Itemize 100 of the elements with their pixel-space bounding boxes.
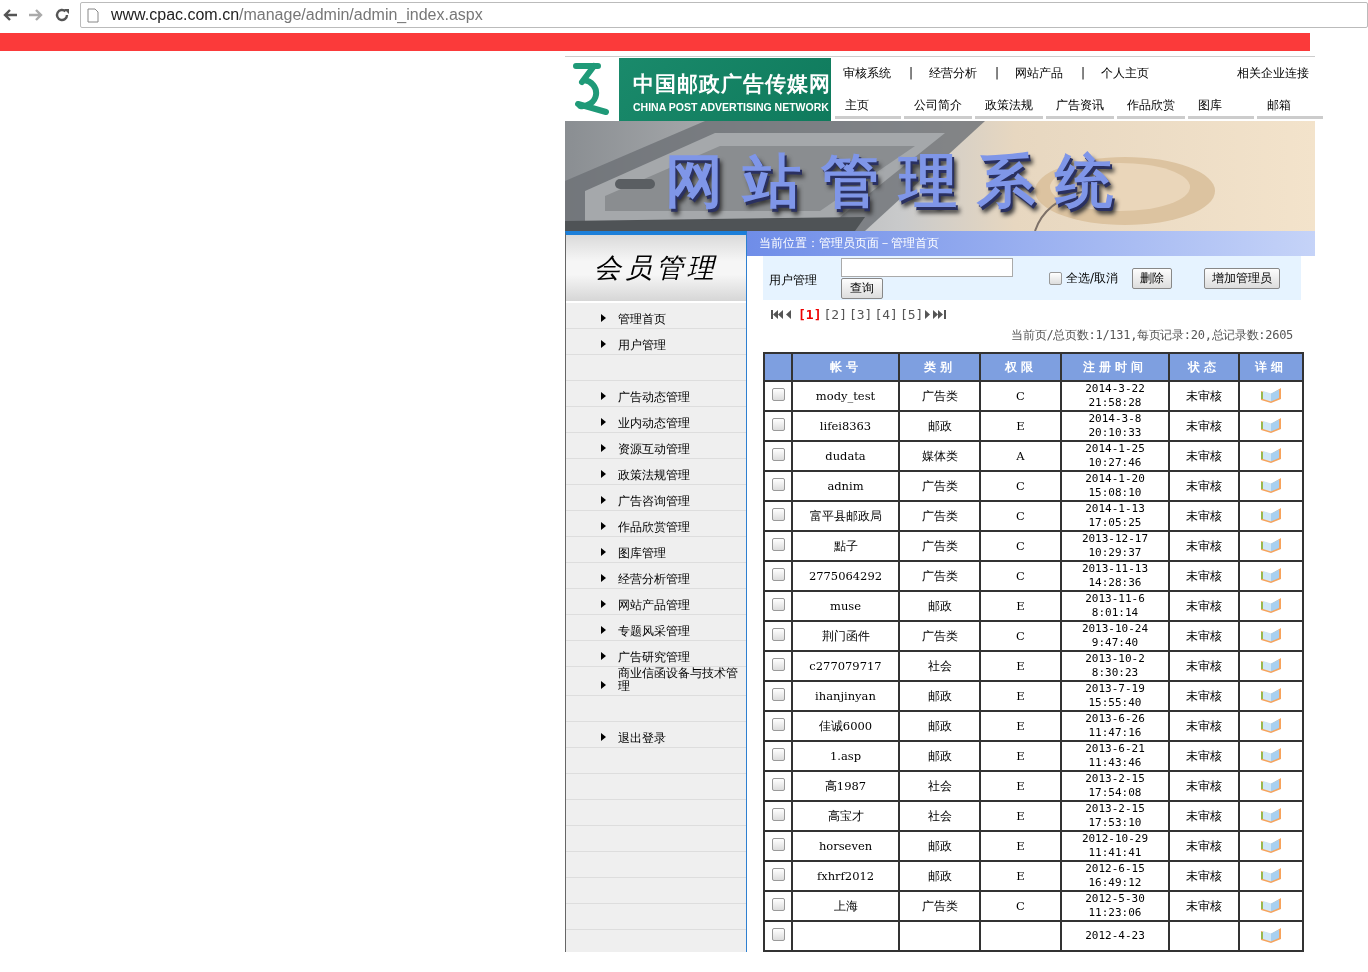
row-checkbox[interactable] — [771, 748, 785, 761]
row-checkbox[interactable] — [771, 778, 785, 791]
table-cell: 邮政 — [899, 861, 980, 891]
book-icon[interactable] — [1259, 715, 1283, 734]
delete-button[interactable]: 删除 — [1132, 268, 1173, 289]
row-checkbox[interactable] — [771, 628, 785, 641]
search-button[interactable]: 查询 — [841, 278, 883, 299]
table-cell: C — [980, 621, 1061, 651]
page-link[interactable]: [5] — [899, 307, 924, 322]
previous-page-icon[interactable] — [786, 310, 792, 319]
sidebar-item[interactable]: 退出登录 — [566, 722, 746, 748]
address-bar[interactable]: www.cpac.com.cn/manage/admin/admin_index.aspx — [80, 2, 1368, 28]
book-icon[interactable] — [1259, 895, 1283, 914]
table-cell: 未审核 — [1169, 711, 1239, 741]
last-page-icon[interactable] — [933, 310, 947, 319]
sidebar-item[interactable]: 政策法规管理 — [566, 459, 746, 485]
book-icon[interactable] — [1259, 475, 1283, 494]
sidebar-item[interactable]: 专题风采管理 — [566, 615, 746, 641]
book-icon[interactable] — [1259, 535, 1283, 554]
book-icon[interactable] — [1259, 775, 1283, 794]
sidebar-item[interactable]: 经营分析管理 — [566, 563, 746, 589]
row-checkbox[interactable] — [771, 478, 785, 491]
table-cell: 2013-6-21 11:43:46 — [1061, 741, 1169, 771]
row-checkbox[interactable] — [771, 838, 785, 851]
sidebar-item[interactable]: 资源互动管理 — [566, 433, 746, 459]
row-checkbox[interactable] — [771, 448, 785, 461]
sidebar-item[interactable]: 广告动态管理 — [566, 381, 746, 407]
add-admin-button[interactable]: 增加管理员 — [1204, 268, 1281, 289]
sidebar-item[interactable]: 作品欣赏管理 — [566, 511, 746, 537]
book-icon[interactable] — [1259, 655, 1283, 674]
row-checkbox[interactable] — [771, 808, 785, 821]
row-checkbox[interactable] — [771, 658, 785, 671]
reload-icon[interactable] — [54, 7, 70, 23]
table-cell: 2013-2-15 17:54:08 — [1061, 771, 1169, 801]
table-cell: 2014-3-22 21:58:28 — [1061, 381, 1169, 411]
table-cell: 佳诚6000 — [792, 711, 899, 741]
table-cell: fxhrf2012 — [792, 861, 899, 891]
row-checkbox[interactable] — [771, 898, 785, 911]
top-link[interactable]: 个人主页 — [1101, 64, 1150, 82]
row-checkbox[interactable] — [771, 418, 785, 431]
forward-icon[interactable] — [28, 8, 44, 22]
table-cell: E — [980, 801, 1061, 831]
table-cell: E — [980, 831, 1061, 861]
sidebar-item[interactable]: 管理首页 — [566, 303, 746, 329]
book-icon[interactable] — [1259, 385, 1283, 404]
related-links[interactable]: 相关企业连接 — [1237, 64, 1310, 82]
book-icon[interactable] — [1259, 835, 1283, 854]
row-checkbox[interactable] — [771, 868, 785, 881]
triangle-icon — [601, 733, 606, 741]
table-cell: 2013-12-17 10:29:37 — [1061, 531, 1169, 561]
row-checkbox[interactable] — [771, 538, 785, 551]
book-icon[interactable] — [1259, 745, 1283, 764]
top-link[interactable]: 网站产品 — [1015, 64, 1064, 82]
table-cell: E — [980, 771, 1061, 801]
sidebar-item[interactable]: 广告研究管理 — [566, 641, 746, 667]
book-icon[interactable] — [1259, 445, 1283, 464]
page-link[interactable]: [4] — [874, 307, 898, 322]
triangle-icon — [601, 392, 606, 400]
table-cell: 未审核 — [1169, 441, 1239, 471]
book-icon[interactable] — [1259, 595, 1283, 614]
table-cell: E — [980, 681, 1061, 711]
sidebar-item[interactable]: 商业信函设备与技术管理 — [566, 667, 746, 696]
page-link[interactable]: [1] — [798, 307, 822, 322]
row-checkbox[interactable] — [771, 598, 785, 611]
row-checkbox[interactable] — [771, 688, 785, 701]
table-cell: muse — [792, 591, 899, 621]
first-page-icon[interactable] — [771, 310, 784, 319]
book-icon[interactable] — [1259, 805, 1283, 824]
book-icon[interactable] — [1259, 685, 1283, 704]
book-icon[interactable] — [1259, 625, 1283, 644]
page-link[interactable]: [3] — [848, 307, 873, 322]
row-checkbox[interactable] — [771, 718, 785, 731]
sidebar-item[interactable]: 图库管理 — [566, 537, 746, 563]
book-icon[interactable] — [1259, 505, 1283, 524]
book-icon[interactable] — [1259, 415, 1283, 434]
row-checkbox[interactable] — [771, 928, 785, 941]
back-icon[interactable] — [2, 8, 18, 22]
top-link[interactable]: 审核系统 — [843, 64, 891, 82]
table-cell: ihanjinyan — [792, 681, 899, 711]
row-checkbox[interactable] — [771, 568, 785, 581]
table-cell: C — [980, 561, 1061, 591]
triangle-icon — [601, 681, 606, 689]
row-checkbox[interactable] — [771, 508, 785, 521]
sidebar-item[interactable]: 广告咨询管理 — [566, 485, 746, 511]
table-cell: 媒体类 — [899, 441, 980, 471]
table-cell: 未审核 — [1169, 621, 1239, 651]
book-icon[interactable] — [1259, 865, 1283, 884]
table-cell: 未审核 — [1169, 471, 1239, 501]
table-cell: 未审核 — [1169, 831, 1239, 861]
select-all-checkbox[interactable]: 全选/取消 — [1049, 270, 1119, 287]
table-cell: C — [980, 531, 1061, 561]
sidebar-item[interactable]: 用户管理 — [566, 329, 746, 355]
top-link[interactable]: 经营分析 — [929, 64, 978, 82]
row-checkbox[interactable] — [771, 388, 785, 401]
book-icon[interactable] — [1259, 925, 1283, 944]
book-icon[interactable] — [1259, 565, 1283, 584]
sidebar-item[interactable]: 业内动态管理 — [566, 407, 746, 433]
sidebar-item[interactable]: 网站产品管理 — [566, 589, 746, 615]
search-field[interactable] — [841, 258, 1013, 277]
page-link[interactable]: [2] — [823, 307, 847, 322]
